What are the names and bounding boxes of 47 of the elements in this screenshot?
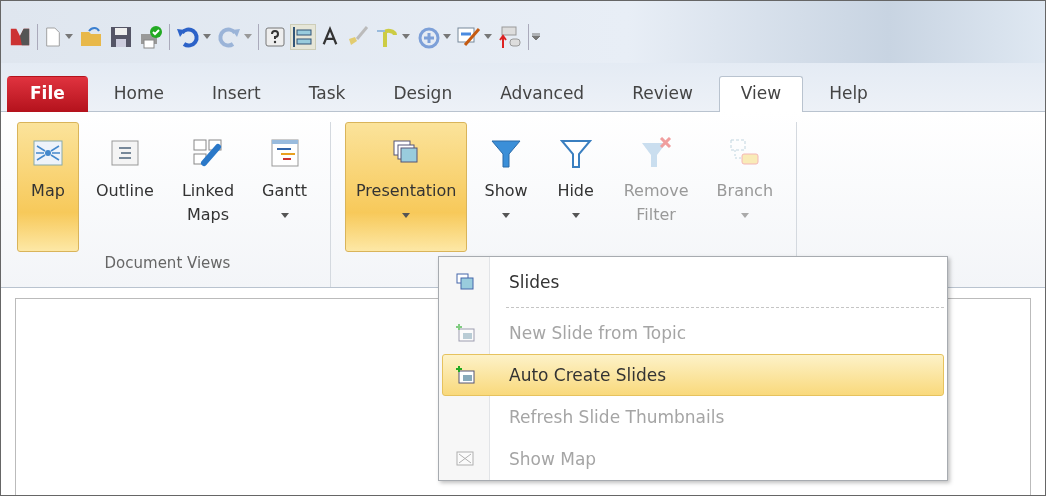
caret-icon[interactable] xyxy=(203,34,211,40)
undo-icon[interactable] xyxy=(176,25,200,49)
link-icon xyxy=(192,137,224,169)
filter-remove-icon xyxy=(640,137,673,169)
ribbon-tab[interactable]: Task xyxy=(286,76,368,112)
ribbon-button[interactable]: Show xyxy=(473,122,539,252)
filter-icon xyxy=(559,137,592,169)
add-circle-icon[interactable] xyxy=(416,25,440,49)
ribbon-tab[interactable]: Design xyxy=(371,76,475,112)
caret-icon[interactable] xyxy=(443,34,451,40)
mind-map-icon xyxy=(455,449,475,469)
menu-item[interactable]: Slides xyxy=(442,261,944,303)
text-lines-icon xyxy=(108,137,141,169)
new-slide-icon xyxy=(455,365,475,385)
caret-icon[interactable] xyxy=(484,34,492,40)
help-icon[interactable] xyxy=(265,27,285,47)
folder-icon[interactable] xyxy=(79,25,103,49)
slides-icon xyxy=(455,272,475,292)
ribbon-tab[interactable]: Help xyxy=(807,76,890,112)
group-label: Document Views xyxy=(103,254,232,272)
format-painter-icon[interactable] xyxy=(457,25,481,49)
ribbon-button[interactable]: Linked Maps xyxy=(170,122,246,252)
ribbon-tab[interactable]: Home xyxy=(91,76,186,112)
ribbon-button[interactable]: Map xyxy=(17,122,79,252)
caret-icon[interactable] xyxy=(402,34,410,40)
ribbon-tab[interactable]: Advanced xyxy=(478,76,607,112)
relationship-icon[interactable] xyxy=(498,25,522,49)
caret-icon[interactable] xyxy=(65,34,73,40)
ribbon-button[interactable]: Hide xyxy=(544,122,607,252)
ribbon-tab[interactable]: Review xyxy=(610,76,715,112)
save-icon[interactable] xyxy=(109,25,133,49)
customize-toolbar-icon[interactable] xyxy=(532,33,540,41)
layout-icon[interactable] xyxy=(291,25,315,49)
mind-map-icon xyxy=(32,137,64,169)
ribbon-tab[interactable]: Insert xyxy=(190,76,283,112)
ribbon-button[interactable]: Gantt xyxy=(251,122,318,252)
menu-item[interactable]: Auto Create Slides xyxy=(442,354,944,396)
new-slide-icon xyxy=(455,323,475,343)
filter-icon xyxy=(490,137,523,169)
printer-check-icon[interactable] xyxy=(139,25,163,49)
ribbon-button[interactable]: Presentation xyxy=(345,122,468,252)
ribbon-button[interactable]: Outline xyxy=(85,122,165,252)
gantt-chart-icon xyxy=(268,137,301,169)
new-file-icon[interactable] xyxy=(44,25,62,49)
ribbon-tab[interactable]: File xyxy=(7,76,88,112)
ribbon-tab[interactable]: View xyxy=(718,76,804,112)
caret-icon[interactable] xyxy=(244,34,252,40)
